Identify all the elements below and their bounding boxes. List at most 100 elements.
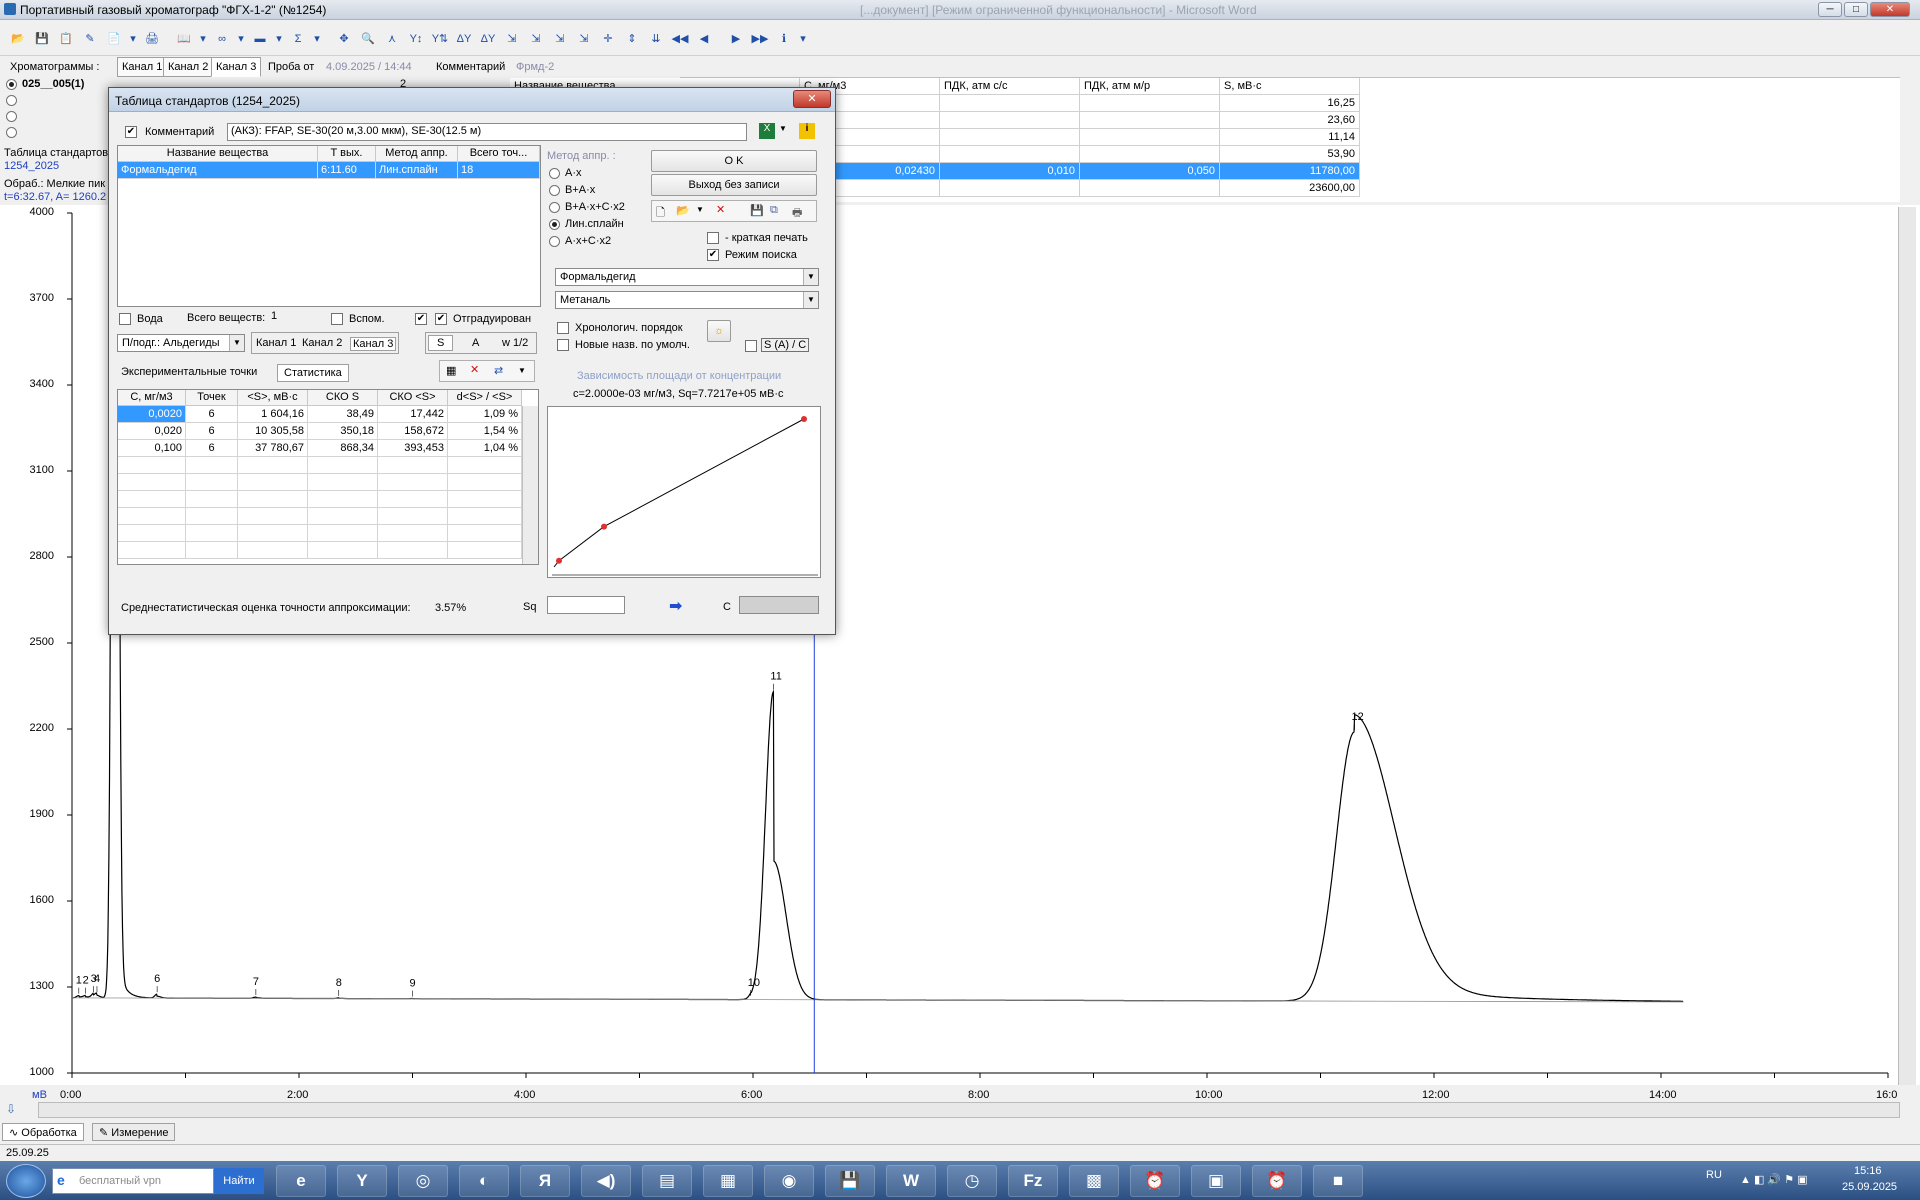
excel-icon[interactable]: X	[759, 123, 775, 139]
print-icon[interactable]: 🖶	[792, 204, 802, 223]
toolbar-button-3[interactable]: ✎	[80, 30, 100, 48]
horizontal-scrollbar[interactable]	[38, 1102, 1900, 1118]
grid-cell-0-2[interactable]	[940, 95, 1080, 112]
method-radio-2[interactable]	[549, 202, 560, 213]
s-ratio-checkbox[interactable]	[745, 340, 757, 352]
a-button[interactable]: A	[472, 337, 479, 349]
grid-cell-3-4[interactable]: 53,90	[1220, 146, 1360, 163]
substance-row-name[interactable]: Формальдегид	[118, 162, 318, 179]
ok-button[interactable]: O K	[651, 150, 817, 172]
grid-cell-5-3[interactable]	[1080, 180, 1220, 197]
scroll-down-icon[interactable]: ⇩	[6, 1102, 16, 1116]
points-cell-3-5[interactable]	[448, 457, 522, 474]
taskbar-app-9[interactable]: 💾	[825, 1165, 875, 1197]
tray-icons[interactable]: ▲ ◧ 🔊 ⚑ ▣	[1740, 1173, 1807, 1186]
toolbar-button-33[interactable]: ℹ	[774, 30, 794, 48]
grid-header-2[interactable]: ПДК, атм с/с	[940, 78, 1080, 95]
clock-time[interactable]: 15:16	[1854, 1165, 1882, 1177]
comment-checkbox[interactable]: ✔	[125, 126, 137, 138]
taskbar-app-6[interactable]: ▤	[642, 1165, 692, 1197]
toolbar-button-34[interactable]: ▾	[798, 30, 808, 48]
tab-statistics[interactable]: Статистика	[277, 364, 349, 382]
sq-input[interactable]	[547, 596, 625, 614]
info-icon[interactable]: i	[799, 123, 815, 139]
points-cell-1-5[interactable]: 1,54 %	[448, 423, 522, 440]
toolbar-button-18[interactable]: Y↕	[406, 30, 426, 48]
points-cell-5-3[interactable]	[308, 491, 378, 508]
toolbar-button-17[interactable]: ⋏	[382, 30, 402, 48]
search-box[interactable]: e бесплатный vpn	[52, 1168, 214, 1194]
method-radio-0[interactable]	[549, 168, 560, 179]
toolbar-button-1[interactable]: 💾	[32, 30, 52, 48]
points-cell-8-5[interactable]	[448, 542, 522, 559]
language-indicator[interactable]: RU	[1706, 1169, 1722, 1181]
grid-cell-4-2[interactable]: 0,010	[940, 163, 1080, 180]
chevron-down-icon[interactable]: ▼	[696, 205, 704, 214]
toolbar-button-15[interactable]: ✥	[334, 30, 354, 48]
chrom-radio-2[interactable]	[6, 95, 17, 106]
points-cell-1-1[interactable]: 6	[186, 423, 238, 440]
toolbar-button-16[interactable]: 🔍	[358, 30, 378, 48]
points-col-1[interactable]: Точек	[186, 390, 238, 406]
toolbar-button-4[interactable]: 📄	[104, 30, 124, 48]
points-cell-7-2[interactable]	[238, 525, 308, 542]
toolbar-button-25[interactable]: ⇲	[574, 30, 594, 48]
points-cell-2-5[interactable]: 1,04 %	[448, 440, 522, 457]
w-button[interactable]: w 1/2	[502, 337, 528, 349]
points-cell-0-2[interactable]: 1 604,16	[238, 406, 308, 423]
taskbar-app-14[interactable]: ⏰	[1130, 1165, 1180, 1197]
chromatogram-name[interactable]: 025__005(1)	[22, 78, 84, 90]
new-file-icon[interactable]: 🗋	[656, 204, 665, 223]
method-radio-4[interactable]	[549, 236, 560, 247]
swap-icon[interactable]: ⇄	[494, 364, 503, 377]
peak-label-9[interactable]: 9	[410, 977, 416, 989]
maximize-button[interactable]: □	[1844, 2, 1868, 17]
grid-cell-5-2[interactable]	[940, 180, 1080, 197]
open-folder-icon[interactable]: 📂	[676, 204, 690, 217]
points-cell-6-2[interactable]	[238, 508, 308, 525]
start-button[interactable]	[6, 1164, 46, 1198]
toolbar-button-30[interactable]: ◀	[694, 30, 714, 48]
points-table-scrollbar[interactable]	[522, 406, 538, 564]
toolbar-button-13[interactable]: Σ	[288, 30, 308, 48]
calibrated-checkbox-1[interactable]: ✔	[415, 313, 427, 325]
points-cell-5-0[interactable]	[118, 491, 186, 508]
toolbar-button-26[interactable]: ✛	[598, 30, 618, 48]
toolbar-button-2[interactable]: 📋	[56, 30, 76, 48]
points-col-4[interactable]: СКО <S>	[378, 390, 448, 406]
toolbar-button-20[interactable]: ΔY	[454, 30, 474, 48]
points-cell-0-4[interactable]: 17,442	[378, 406, 448, 423]
peak-label-10[interactable]: 10	[748, 977, 760, 989]
delete-icon[interactable]: ✕	[470, 363, 479, 376]
tab-exp-points[interactable]: Экспериментальные точки	[121, 366, 257, 378]
points-cell-3-0[interactable]	[118, 457, 186, 474]
toolbar-button-31[interactable]: ▶	[726, 30, 746, 48]
taskbar-app-8[interactable]: ◉	[764, 1165, 814, 1197]
taskbar-app-2[interactable]: ◎	[398, 1165, 448, 1197]
new-names-checkbox[interactable]	[557, 339, 569, 351]
toolbar-button-14[interactable]: ▾	[312, 30, 322, 48]
chrom-radio-3[interactable]	[6, 111, 17, 122]
points-cell-8-4[interactable]	[378, 542, 448, 559]
points-cell-0-3[interactable]: 38,49	[308, 406, 378, 423]
peak-label-6[interactable]: 6	[154, 973, 160, 985]
taskbar-app-11[interactable]: ◷	[947, 1165, 997, 1197]
chrono-order-checkbox[interactable]	[557, 322, 569, 334]
points-cell-4-4[interactable]	[378, 474, 448, 491]
calibrated-checkbox-2[interactable]: ✔	[435, 313, 447, 325]
points-cell-3-4[interactable]	[378, 457, 448, 474]
taskbar-app-13[interactable]: ▩	[1069, 1165, 1119, 1197]
grid-cell-0-3[interactable]	[1080, 95, 1220, 112]
points-table[interactable]: C, мг/м3 Точек <S>, мВ·с СКО S СКО <S> d<S> /…	[117, 389, 539, 565]
points-cell-7-5[interactable]	[448, 525, 522, 542]
col-substance-name[interactable]: Название вещества	[118, 146, 318, 162]
points-col-2[interactable]: <S>, мВ·с	[238, 390, 308, 406]
dialog-tab-channel-2[interactable]: Канал 2	[302, 337, 342, 349]
points-cell-2-1[interactable]: 6	[186, 440, 238, 457]
points-cell-7-0[interactable]	[118, 525, 186, 542]
points-cell-6-0[interactable]	[118, 508, 186, 525]
search-mode-checkbox[interactable]: ✔	[707, 249, 719, 261]
peak-label-11[interactable]: 11	[770, 671, 781, 683]
calibration-point-0[interactable]	[556, 557, 562, 564]
chevron-down-icon[interactable]: ▼	[779, 124, 787, 133]
